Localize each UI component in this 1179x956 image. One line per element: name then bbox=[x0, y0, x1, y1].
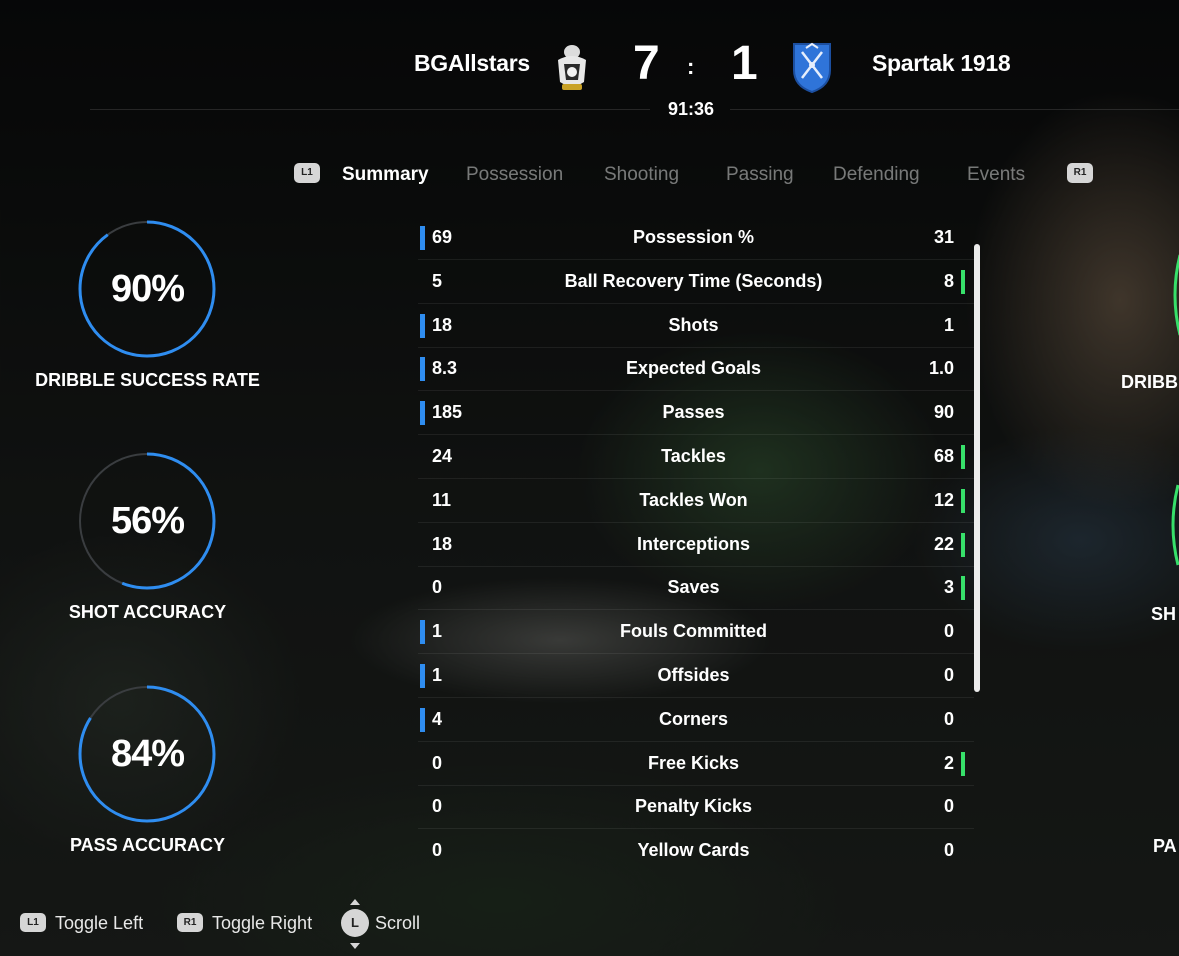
stat-name: Ball Recovery Time (Seconds) bbox=[564, 270, 823, 291]
stat-away-value: 8 bbox=[943, 270, 954, 291]
tab-defending[interactable]: Defending bbox=[833, 164, 920, 186]
toggle-right-button-icon: R1 bbox=[177, 913, 203, 932]
stat-name: Fouls Committed bbox=[620, 621, 767, 642]
stat-row: 0 Yellow Cards 0 bbox=[418, 829, 974, 873]
away-ring-2-icon bbox=[1171, 484, 1179, 566]
stat-row: 185 Passes 90 bbox=[418, 391, 974, 436]
stat-row: 0 Penalty Kicks 0 bbox=[418, 785, 974, 830]
stat-away-value: 2 bbox=[943, 752, 954, 773]
stat-name: Offsides bbox=[657, 665, 730, 685]
stat-away-value: 0 bbox=[943, 621, 954, 642]
toggle-left-hint[interactable]: Toggle Left bbox=[55, 913, 143, 934]
away-leader-bar bbox=[961, 532, 965, 557]
shot-accuracy-label: SHOT ACCURACY bbox=[68, 602, 227, 622]
stat-name: Corners bbox=[658, 708, 729, 729]
away-leader-bar bbox=[961, 488, 965, 513]
away-leader-bar bbox=[961, 576, 965, 601]
dribble-success-label: DRIBBLE SUCCESS RATE bbox=[35, 370, 260, 390]
stat-name: Penalty Kicks bbox=[634, 796, 753, 817]
away-team-name: Spartak 1918 bbox=[872, 50, 1011, 76]
stat-name: Interceptions bbox=[636, 533, 751, 554]
r1-button-icon[interactable]: R1 bbox=[1067, 163, 1093, 183]
stat-away-value: 3 bbox=[943, 577, 954, 598]
shot-accuracy-value: 56% bbox=[110, 500, 185, 542]
stat-away-value: 31 bbox=[933, 227, 954, 247]
away-ring-label-3: PA bbox=[1153, 836, 1177, 856]
stat-away-value: 68 bbox=[933, 446, 954, 466]
stat-name: Shots bbox=[668, 314, 719, 335]
tab-possession[interactable]: Possession bbox=[466, 164, 563, 186]
tab-summary[interactable]: Summary bbox=[342, 164, 429, 186]
header-divider-left bbox=[90, 109, 650, 110]
home-team-name: BGAllstars bbox=[414, 50, 530, 76]
stat-row: 0 Saves 3 bbox=[418, 566, 974, 611]
toggle-right-hint[interactable]: Toggle Right bbox=[212, 913, 312, 934]
stat-away-value: 0 bbox=[943, 796, 954, 817]
away-score: 1 bbox=[731, 37, 758, 90]
stat-row: 0 Free Kicks 2 bbox=[418, 742, 974, 786]
away-leader-bar bbox=[961, 445, 965, 469]
stat-name: Tackles Won bbox=[639, 489, 748, 510]
toggle-left-button-icon: L1 bbox=[20, 913, 46, 932]
l1-button-icon[interactable]: L1 bbox=[294, 163, 320, 183]
stat-away-value: 22 bbox=[933, 533, 954, 554]
stat-away-value: 0 bbox=[943, 840, 954, 861]
dribble-success-value: 90% bbox=[110, 268, 185, 310]
tab-events[interactable]: Events bbox=[967, 164, 1025, 186]
header-divider-right bbox=[730, 109, 1179, 110]
stat-row: 69 Possession % 31 bbox=[418, 216, 974, 260]
stat-away-value: 0 bbox=[943, 708, 954, 729]
stat-away-value: 12 bbox=[933, 489, 954, 510]
stat-away-value: 1.0 bbox=[928, 358, 954, 379]
score-separator: : bbox=[687, 54, 695, 79]
tab-shooting[interactable]: Shooting bbox=[604, 164, 679, 186]
stat-row: 24 Tackles 68 bbox=[418, 435, 974, 479]
stat-name: Possession % bbox=[632, 227, 755, 247]
stat-name: Tackles bbox=[661, 446, 726, 466]
stat-row: 18 Shots 1 bbox=[418, 304, 974, 348]
scroll-hint[interactable]: Scroll bbox=[375, 913, 420, 934]
stat-away-value: 90 bbox=[933, 402, 954, 423]
away-ring-label-1: DRIBB bbox=[1121, 372, 1178, 392]
stat-away-value: 1 bbox=[943, 314, 954, 335]
left-stick-icon: L bbox=[341, 909, 369, 937]
away-ring-1-icon bbox=[1173, 254, 1179, 336]
stat-row: 1 Fouls Committed 0 bbox=[418, 610, 974, 655]
stat-name: Passes bbox=[662, 402, 725, 423]
stat-name: Free Kicks bbox=[647, 752, 740, 773]
stat-away-value: 0 bbox=[943, 665, 954, 685]
stat-row: 5 Ball Recovery Time (Seconds) 8 bbox=[418, 260, 974, 304]
home-score: 7 bbox=[633, 37, 660, 90]
pass-accuracy-label: PASS ACCURACY bbox=[69, 835, 225, 855]
away-leader-bar bbox=[961, 751, 965, 776]
tab-passing[interactable]: Passing bbox=[726, 164, 794, 186]
stat-row: 4 Corners 0 bbox=[418, 698, 974, 742]
away-team-crest-icon bbox=[793, 42, 831, 94]
pass-accuracy-value: 84% bbox=[110, 733, 185, 775]
stat-name: Saves bbox=[667, 577, 720, 598]
stats-scrollbar[interactable] bbox=[974, 244, 980, 692]
stat-row: 8.3 Expected Goals 1.0 bbox=[418, 347, 974, 392]
home-team-crest-icon bbox=[558, 45, 586, 90]
stat-row: 11 Tackles Won 12 bbox=[418, 479, 974, 523]
stat-name: Yellow Cards bbox=[637, 840, 750, 861]
stat-row: 1 Offsides 0 bbox=[418, 654, 974, 698]
away-ring-label-2: SH bbox=[1151, 604, 1177, 624]
stat-name: Expected Goals bbox=[625, 358, 762, 379]
away-leader-bar bbox=[961, 269, 965, 294]
stat-row: 18 Interceptions 22 bbox=[418, 523, 974, 567]
match-clock: 91:36 bbox=[668, 99, 715, 119]
